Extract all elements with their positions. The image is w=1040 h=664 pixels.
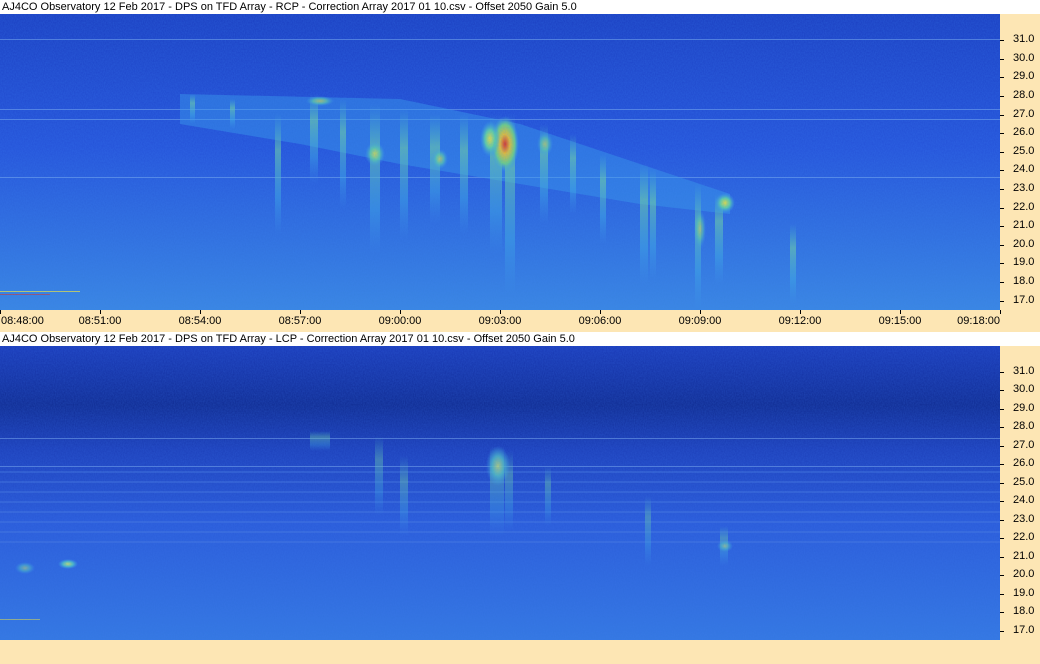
y-tick-label: 23.0 (1013, 181, 1035, 194)
y-tick-label: 18.0 (1013, 275, 1035, 288)
rcp-spectrogram (0, 14, 1000, 310)
y-tick-label: 24.0 (1013, 494, 1035, 507)
y-tick-label: 25.0 (1013, 475, 1035, 488)
x-tick-label: 08:57:00 (278, 315, 322, 327)
y-tick-mark (1000, 300, 1004, 302)
x-tick-label: 09:00:00 (378, 315, 422, 327)
y-tick-mark (1000, 556, 1004, 558)
rcp-title: AJ4CO Observatory 12 Feb 2017 - DPS on T… (0, 0, 1040, 14)
y-tick-mark (1000, 188, 1004, 190)
lcp-frequency-axis: 31.0 30.0 29.0 28.0 27.0 26.0 25.0 24.0 23.0 22.0… (1000, 346, 1040, 640)
x-tick-label: 09:03:00 (478, 315, 522, 327)
y-tick-label: 28.0 (1013, 420, 1035, 433)
y-tick-mark (1000, 445, 1004, 447)
y-tick-label: 26.0 (1013, 126, 1035, 139)
y-tick-mark (1000, 95, 1004, 97)
x-tick-label: 08:51:00 (78, 315, 122, 327)
y-tick-mark (1000, 170, 1004, 172)
y-tick-mark (1000, 207, 1004, 209)
y-tick-label: 29.0 (1013, 70, 1035, 83)
y-tick-mark (1000, 244, 1004, 246)
x-tick-mark (0, 310, 1, 314)
y-tick-label: 28.0 (1013, 88, 1035, 101)
x-tick-mark (400, 310, 401, 314)
lcp-title: AJ4CO Observatory 12 Feb 2017 - DPS on T… (0, 332, 1040, 346)
x-tick-mark (200, 310, 201, 314)
y-tick-mark (1000, 482, 1004, 484)
x-tick-label: 08:48:00 (1, 315, 44, 327)
x-tick-mark (300, 310, 301, 314)
x-tick-mark (900, 310, 901, 314)
y-tick-mark (1000, 390, 1004, 392)
y-tick-label: 26.0 (1013, 457, 1035, 470)
y-tick-label: 19.0 (1013, 256, 1035, 269)
y-tick-label: 18.0 (1013, 605, 1035, 618)
x-tick-label: 09:12:00 (778, 315, 822, 327)
y-tick-mark (1000, 114, 1004, 116)
x-tick-label: 09:06:00 (578, 315, 622, 327)
lcp-time-axis-empty (0, 640, 1040, 664)
y-tick-mark (1000, 133, 1004, 135)
x-tick-mark (600, 310, 601, 314)
y-tick-label: 30.0 (1013, 51, 1035, 64)
y-tick-label: 20.0 (1013, 568, 1035, 581)
y-tick-label: 17.0 (1013, 293, 1035, 306)
y-tick-mark (1000, 371, 1004, 373)
x-tick-label: 09:15:00 (878, 315, 922, 327)
x-tick-label: 09:09:00 (678, 315, 722, 327)
x-tick-mark (800, 310, 801, 314)
y-tick-label: 27.0 (1013, 438, 1035, 451)
y-tick-label: 20.0 (1013, 237, 1035, 250)
y-tick-label: 27.0 (1013, 107, 1035, 120)
y-tick-mark (1000, 151, 1004, 153)
y-tick-mark (1000, 612, 1004, 614)
y-tick-mark (1000, 464, 1004, 466)
y-tick-label: 22.0 (1013, 200, 1035, 213)
y-tick-mark (1000, 58, 1004, 60)
y-tick-label: 31.0 (1013, 364, 1035, 377)
y-tick-label: 25.0 (1013, 144, 1035, 157)
y-tick-mark (1000, 538, 1004, 540)
lcp-spectrogram-canvas (0, 346, 1000, 640)
y-tick-label: 29.0 (1013, 401, 1035, 414)
x-tick-mark (100, 310, 101, 314)
lcp-spectrogram (0, 346, 1000, 640)
y-tick-mark (1000, 77, 1004, 79)
y-tick-label: 31.0 (1013, 33, 1035, 46)
y-tick-mark (1000, 501, 1004, 503)
x-tick-mark (1000, 310, 1001, 314)
y-tick-mark (1000, 427, 1004, 429)
y-tick-label: 24.0 (1013, 163, 1035, 176)
time-axis: 08:48:00 08:51:00 08:54:00 08:57:00 09:00:00… (0, 310, 1040, 332)
y-tick-label: 23.0 (1013, 512, 1035, 525)
y-tick-mark (1000, 263, 1004, 265)
rcp-spectrogram-canvas (0, 14, 1000, 310)
y-tick-mark (1000, 282, 1004, 284)
rcp-frequency-axis: 31.0 30.0 29.0 28.0 27.0 26.0 25.0 24.0 23.0 22.0… (1000, 14, 1040, 310)
x-tick-mark (700, 310, 701, 314)
y-tick-mark (1000, 40, 1004, 42)
y-tick-mark (1000, 226, 1004, 228)
y-tick-label: 22.0 (1013, 531, 1035, 544)
y-tick-mark (1000, 593, 1004, 595)
y-tick-mark (1000, 519, 1004, 521)
y-tick-label: 17.0 (1013, 623, 1035, 636)
y-tick-mark (1000, 630, 1004, 632)
y-tick-label: 21.0 (1013, 219, 1035, 232)
y-tick-label: 21.0 (1013, 549, 1035, 562)
x-tick-mark (500, 310, 501, 314)
x-tick-label: 09:18:00 (957, 315, 1000, 327)
x-tick-label: 08:54:00 (178, 315, 222, 327)
y-tick-label: 19.0 (1013, 586, 1035, 599)
y-tick-mark (1000, 575, 1004, 577)
y-tick-mark (1000, 408, 1004, 410)
y-tick-label: 30.0 (1013, 383, 1035, 396)
